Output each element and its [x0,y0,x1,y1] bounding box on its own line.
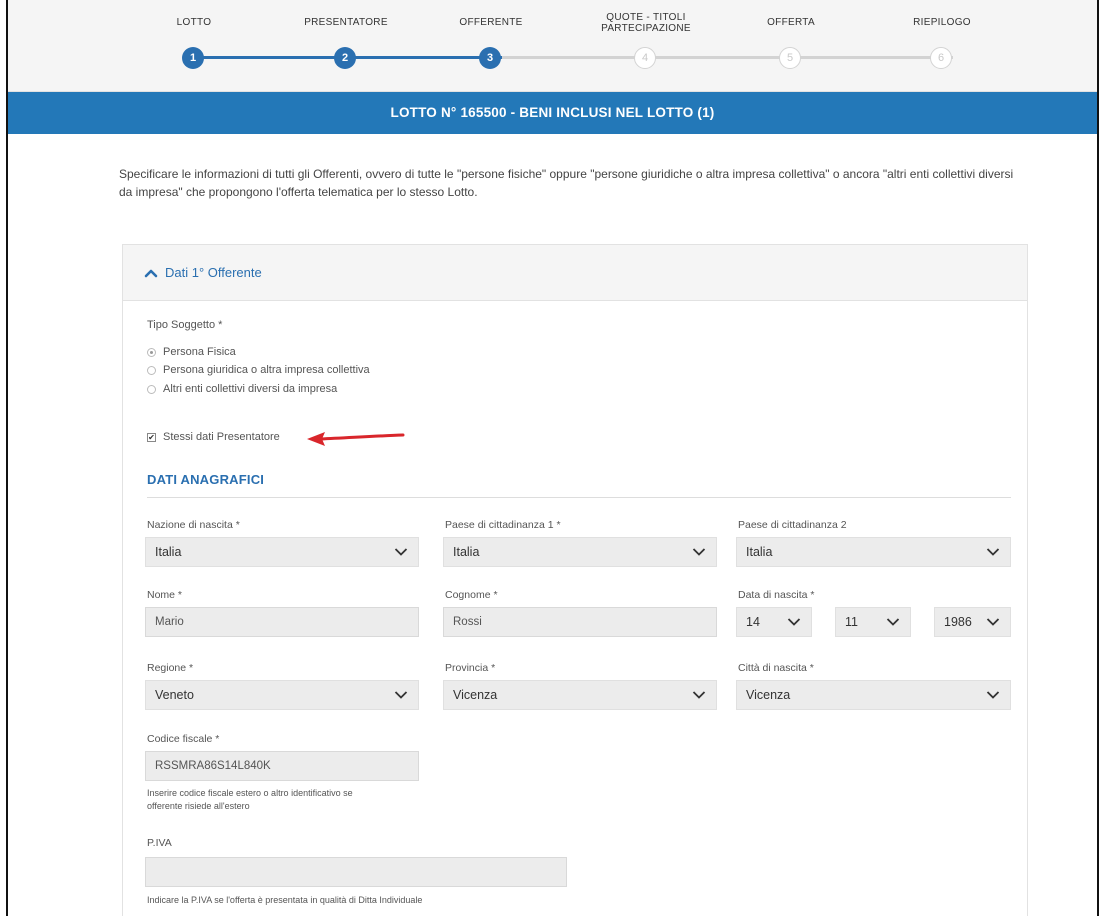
step-label-line2: PARTECIPAZIONE [601,23,691,34]
piva-input[interactable] [145,857,567,887]
nazione-nascita-select[interactable]: Italia [145,537,419,567]
chevron-down-icon [787,618,801,626]
select-value: Veneto [155,688,194,702]
paese-cittadinanza-2-select[interactable]: Italia [736,537,1011,567]
nazione-nascita-label: Nazione di nascita * [147,519,240,531]
step-number: 2 [334,47,356,69]
step-label: QUOTE - TITOLI PARTECIPAZIONE [571,12,721,34]
paese-cittadinanza-1-label: Paese di cittadinanza 1 * [445,519,561,531]
select-value: Italia [155,545,182,559]
step-number: 3 [479,47,501,69]
codice-fiscale-input[interactable]: RSSMRA86S14L840K [145,751,419,781]
lotto-banner: LOTTO N° 165500 - BENI INCLUSI NEL LOTTO… [8,92,1097,134]
regione-label: Regione * [147,662,194,674]
page-frame: LOTTO 1 PRESENTATORE 2 OFFERENTE 3 QUOTE… [6,0,1099,916]
offerente-panel: Dati 1° Offerente Tipo Soggetto * Person… [122,244,1028,916]
giorno-nascita-select[interactable]: 14 [736,607,812,637]
stessi-dati-checkbox-row[interactable]: ✔ Stessi dati Presentatore [147,431,280,443]
chevron-down-icon [886,618,900,626]
chevron-down-icon [986,618,1000,626]
select-value: Vicenza [746,688,791,702]
codice-fiscale-hint: Inserire codice fiscale estero o altro i… [147,787,353,813]
section-divider [147,497,1011,498]
select-value: Italia [453,545,480,559]
piva-label: P.IVA [147,837,172,849]
intro-text: Specificare le informazioni di tutti gli… [119,167,1014,199]
step-label: OFFERENTE [459,17,523,28]
chevron-down-icon [986,548,1000,556]
radio-altri-enti[interactable]: Altri enti collettivi diversi da impresa [147,383,337,395]
step-label: RIEPILOGO [913,17,971,28]
provincia-label: Provincia * [445,662,496,674]
cognome-input[interactable]: Rossi [443,607,717,637]
radio-button[interactable] [147,365,156,375]
anno-nascita-select[interactable]: 1986 [934,607,1011,637]
dati-anagrafici-title: DATI ANAGRAFICI [147,472,265,487]
radio-label: Altri enti collettivi diversi da impresa [163,383,338,395]
panel-header[interactable]: Dati 1° Offerente [123,245,1027,301]
chevron-down-icon [394,691,408,699]
stepper-progress-line-todo [502,56,953,59]
tipo-soggetto-label: Tipo Soggetto * [147,319,223,331]
paese-cittadinanza-1-select[interactable]: Italia [443,537,717,567]
nome-input[interactable]: Mario [145,607,419,637]
codice-fiscale-label: Codice fiscale * [147,733,220,745]
step-number: 1 [182,47,204,69]
red-arrow-icon [307,432,405,446]
piva-hint: Indicare la P.IVA se l'offerta è present… [147,895,423,905]
stessi-dati-label: Stessi dati Presentatore [163,431,280,443]
nome-label: Nome * [147,589,183,601]
radio-button-selected[interactable] [147,347,156,357]
step-number: 5 [779,47,801,69]
cognome-label: Cognome * [445,589,498,601]
paese-cittadinanza-2-label: Paese di cittadinanza 2 [738,519,847,531]
citta-nascita-select[interactable]: Vicenza [736,680,1011,710]
step-label-line1: QUOTE - TITOLI [606,12,686,23]
step-number: 6 [930,47,952,69]
radio-persona-fisica[interactable]: Persona Fisica [147,346,236,358]
radio-button[interactable] [147,384,156,394]
select-value: Vicenza [453,688,498,702]
hint-line2: offerente risiede all'estero [147,801,250,811]
select-value: 11 [845,615,858,629]
citta-nascita-label: Città di nascita * [738,662,814,674]
radio-persona-giuridica[interactable]: Persona giuridica o altra impresa collet… [147,364,370,376]
step-number: 4 [634,47,656,69]
step-label: PRESENTATORE [304,17,388,28]
chevron-down-icon [394,548,408,556]
mese-nascita-select[interactable]: 11 [835,607,911,637]
data-nascita-label: Data di nascita * [738,589,815,601]
radio-label: Persona Fisica [163,346,236,358]
step-label: OFFERTA [767,17,815,28]
provincia-select[interactable]: Vicenza [443,680,717,710]
select-value: 14 [746,615,760,629]
radio-label: Persona giuridica o altra impresa collet… [163,364,370,376]
panel-title: Dati 1° Offerente [165,265,262,280]
select-value: Italia [746,545,773,559]
chevron-down-icon [986,691,1000,699]
step-label: LOTTO [176,17,212,28]
select-value: 1986 [944,615,972,629]
chevron-down-icon [692,691,706,699]
chevron-down-icon [692,548,706,556]
regione-select[interactable]: Veneto [145,680,419,710]
hint-line1: Inserire codice fiscale estero o altro i… [147,788,353,798]
wizard-stepper: LOTTO 1 PRESENTATORE 2 OFFERENTE 3 QUOTE… [8,0,1097,92]
stessi-dati-checkbox[interactable]: ✔ [147,432,156,442]
chevron-up-icon [144,269,158,277]
